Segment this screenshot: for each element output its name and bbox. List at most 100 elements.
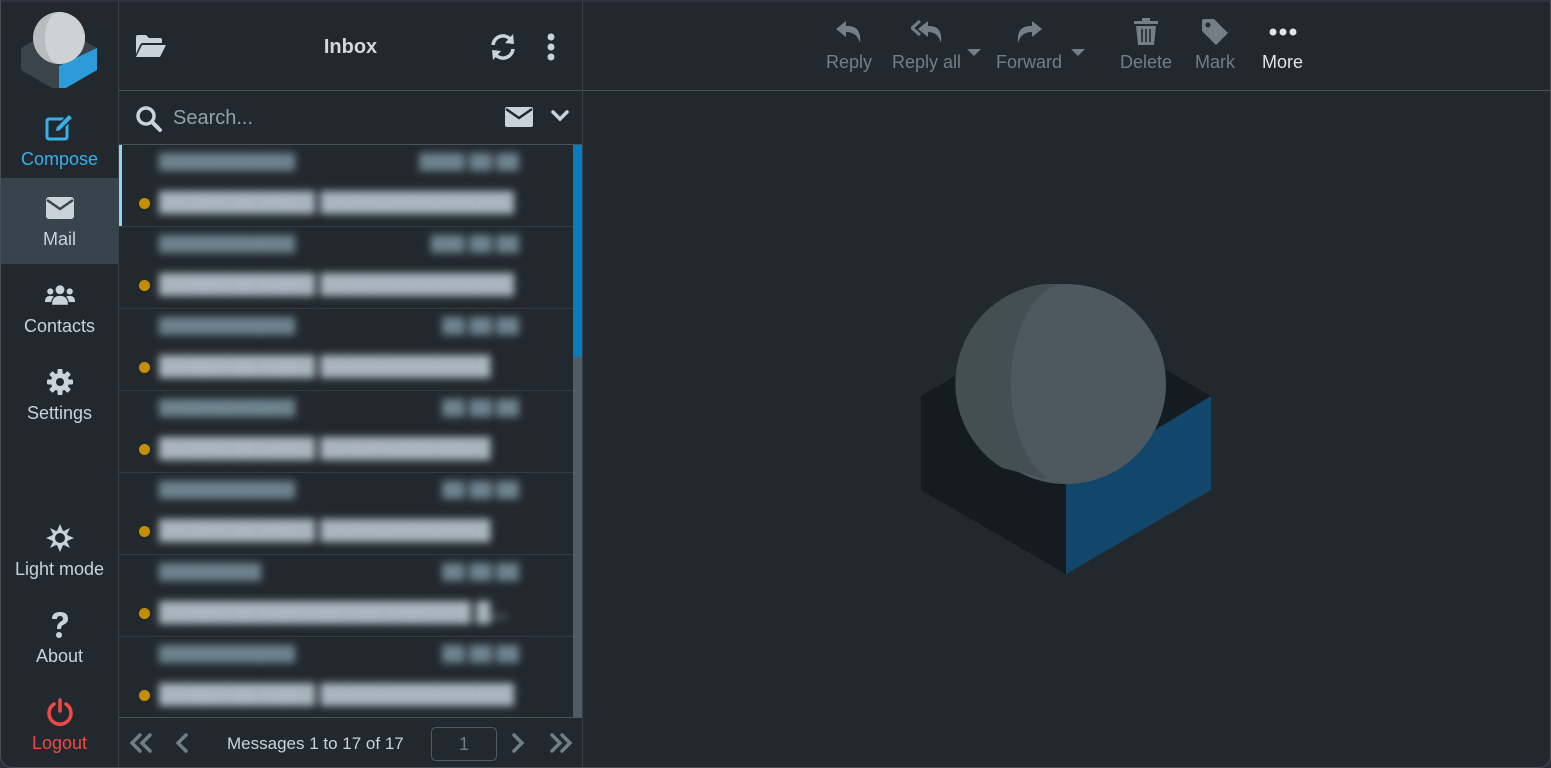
message-date: ██ ██:██ (442, 399, 519, 416)
power-icon (45, 697, 75, 727)
message-sender: ████████████ (159, 481, 296, 498)
message-subject: ███████████ ████████████ (159, 437, 491, 459)
forward-icon (1015, 16, 1043, 48)
reply-button[interactable]: Reply (826, 16, 872, 73)
scrollbar-thumb[interactable] (573, 145, 582, 357)
message-subject: ██████████████████████ █... (159, 601, 508, 623)
question-icon (45, 610, 75, 640)
search-bar (119, 91, 582, 145)
message-sender: ████████████ (159, 399, 296, 416)
nav-about-label: About (35, 645, 84, 666)
nav-compose-label: Compose (20, 148, 99, 169)
forward-menu-caret-icon[interactable] (1071, 44, 1085, 62)
first-page-icon[interactable] (129, 733, 153, 758)
delete-label: Delete (1120, 52, 1173, 72)
delete-button[interactable]: Delete (1120, 16, 1172, 73)
nav-light-mode-label: Light mode (14, 558, 105, 579)
mark-button[interactable]: Mark (1195, 16, 1235, 73)
trash-icon (1134, 16, 1159, 48)
message-row[interactable]: ████████████ ██ ██:██ ███████████ ████████… (119, 391, 573, 473)
compose-icon (45, 113, 75, 143)
message-sender: ████████████ (159, 235, 296, 252)
nav-compose[interactable]: Compose (1, 98, 118, 184)
roundcube-watermark-logo (921, 284, 1211, 574)
reply-icon (835, 16, 863, 48)
app-window: Compose Mail Contacts Settings Light mod (0, 0, 1551, 768)
message-date: ███ ██:██ (430, 235, 519, 252)
message-sender: █████████ (159, 563, 262, 580)
message-list-scrollbar[interactable] (573, 145, 582, 717)
nav-mail[interactable]: Mail (1, 178, 118, 264)
message-date: ██ ██:██ (442, 563, 519, 580)
last-page-icon[interactable] (549, 733, 573, 758)
gear-icon (45, 367, 75, 397)
more-label: More (1262, 52, 1304, 72)
message-row[interactable]: █████████ ██ ██:██ ██████████████████████ … (119, 555, 573, 637)
reply-all-label: Reply all (892, 52, 962, 72)
message-subject: ███████████ ████████████ (159, 519, 491, 541)
message-list-pane: Inbox ████████████████ ██:█████████████ … (119, 2, 583, 767)
more-icon (1269, 16, 1297, 48)
list-header: Inbox (119, 2, 582, 91)
forward-label: Forward (996, 52, 1063, 72)
forward-button[interactable]: Forward (996, 16, 1062, 73)
unread-indicator-icon[interactable] (139, 280, 150, 291)
message-row[interactable]: ████████████ ███ ██:██ ███████████ ███████… (119, 227, 573, 309)
unread-indicator-icon[interactable] (139, 526, 150, 537)
message-subject: ███████████ ███████████████ (159, 683, 514, 705)
folder-open-icon[interactable] (135, 34, 167, 63)
nav-contacts[interactable]: Contacts (1, 265, 118, 351)
unread-indicator-icon[interactable] (139, 362, 150, 373)
message-date: ██ ██:██ (442, 645, 519, 662)
message-subject: ███████████ ███████████████ (159, 273, 514, 295)
unread-indicator-icon[interactable] (139, 198, 150, 209)
reply-all-button[interactable]: Reply all (892, 16, 961, 73)
tag-icon (1201, 16, 1229, 48)
message-date: ██ ██:██ (442, 317, 519, 334)
message-row[interactable]: ████████████ ██ ██:██ ███████████ ████████… (119, 473, 573, 555)
unread-indicator-icon[interactable] (139, 690, 150, 701)
previous-page-icon[interactable] (175, 733, 189, 758)
search-scope-envelope-icon[interactable] (505, 107, 533, 132)
mark-label: Mark (1195, 52, 1235, 72)
nav-settings[interactable]: Settings (1, 352, 118, 438)
search-icon[interactable] (135, 105, 163, 138)
message-row[interactable]: ████████████ ██ ██:██ ███████████ ████████… (119, 309, 573, 391)
reply-all-icon (910, 16, 943, 48)
next-page-icon[interactable] (511, 733, 525, 758)
message-date: ██ ██:██ (442, 481, 519, 498)
message-row[interactable]: ████████████ ██ ██:██ ███████████ ████████… (119, 637, 573, 717)
nav-logout-label: Logout (31, 732, 88, 753)
list-footer: Messages 1 to 17 of 17 (119, 717, 582, 767)
message-subject: ███████████ ████████████ (159, 355, 491, 377)
message-sender: ████████████ (159, 317, 296, 334)
message-toolbar: Reply Reply all Forward Delete Mark More (583, 2, 1550, 91)
message-date: ████ ██:██ (419, 153, 519, 170)
envelope-icon (45, 193, 75, 223)
reply-all-menu-caret-icon[interactable] (967, 44, 981, 62)
main-navigation: Compose Mail Contacts Settings Light mod (1, 2, 119, 767)
message-list: ████████████ ████ ██:██ ███████████ ██████… (119, 145, 573, 717)
refresh-icon[interactable] (489, 33, 517, 66)
search-input[interactable] (171, 101, 495, 135)
nav-logout[interactable]: Logout (1, 682, 118, 767)
users-icon (44, 280, 75, 310)
roundcube-logo[interactable] (19, 8, 99, 88)
reply-label: Reply (826, 52, 873, 72)
nav-mail-label: Mail (42, 228, 76, 249)
sun-icon (45, 523, 75, 553)
message-subject: ███████████ ███████████████ (159, 191, 514, 213)
nav-contacts-label: Contacts (23, 315, 96, 336)
nav-about[interactable]: About (1, 595, 118, 681)
message-row[interactable]: ████████████ ████ ██:██ ███████████ ██████… (119, 145, 573, 227)
unread-indicator-icon[interactable] (139, 608, 150, 619)
unread-indicator-icon[interactable] (139, 444, 150, 455)
list-options-icon[interactable] (547, 33, 555, 66)
nav-settings-label: Settings (26, 402, 93, 423)
nav-light-mode[interactable]: Light mode (1, 508, 118, 594)
search-options-chevron-down-icon[interactable] (551, 109, 569, 128)
more-button[interactable]: More (1262, 16, 1303, 73)
page-number-input[interactable] (431, 727, 497, 761)
message-sender: ████████████ (159, 153, 296, 170)
pagination-info: Messages 1 to 17 of 17 (227, 734, 404, 753)
